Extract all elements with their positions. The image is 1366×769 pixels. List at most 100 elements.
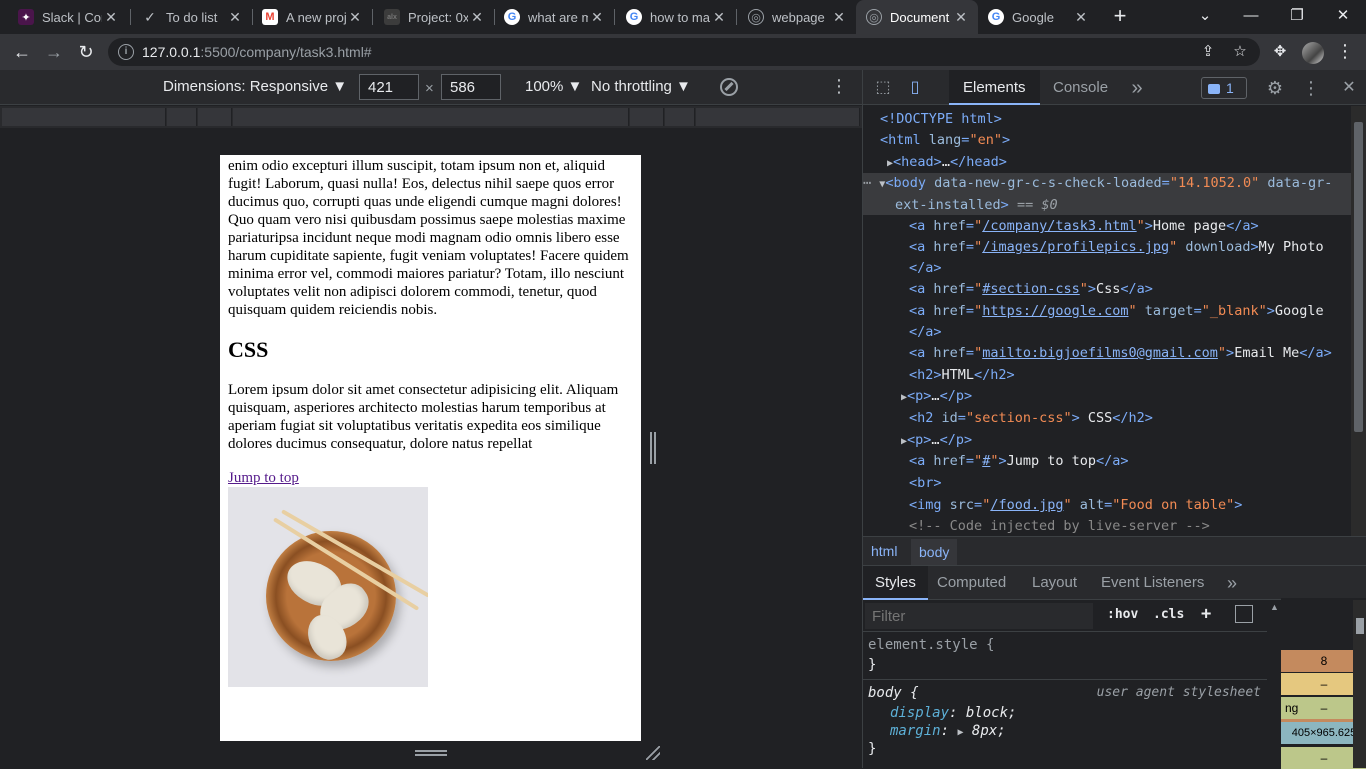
resize-handle-corner[interactable]: [646, 746, 660, 760]
dom-scrollbar[interactable]: [1351, 106, 1366, 536]
close-icon[interactable]: ✕: [952, 9, 970, 26]
dom-node[interactable]: <a href="/images/profilepics.jpg" downlo…: [909, 237, 1351, 258]
close-icon[interactable]: ✕: [588, 9, 606, 26]
close-icon[interactable]: ✕: [710, 9, 728, 26]
crumb-body[interactable]: body: [911, 539, 958, 565]
tab-computed[interactable]: Computed: [925, 566, 1018, 600]
dom-node[interactable]: ▶<head>…</head>: [887, 152, 1351, 173]
url-text[interactable]: 127.0.0.1:5500/company/task3.html#: [142, 44, 372, 60]
media-query-segment[interactable]: [665, 108, 695, 126]
forward-icon[interactable]: →: [40, 38, 68, 66]
dom-node[interactable]: <a href="https://google.com" target="_bl…: [909, 301, 1351, 322]
media-query-segment[interactable]: [2, 108, 166, 126]
close-window-button[interactable]: ✕: [1320, 0, 1366, 34]
info-icon[interactable]: i: [118, 44, 134, 60]
devtools-menu-icon[interactable]: ⋮: [1301, 78, 1321, 98]
close-icon[interactable]: ✕: [1072, 9, 1090, 26]
close-devtools-icon[interactable]: ✕: [1339, 78, 1359, 98]
close-icon[interactable]: ✕: [468, 9, 486, 26]
avatar[interactable]: [1302, 42, 1324, 64]
element-style-rule[interactable]: element.style {: [868, 637, 994, 653]
tab-slack[interactable]: ✦ Slack | Con ✕: [8, 0, 128, 34]
jump-to-top-link[interactable]: Jump to top: [228, 470, 299, 486]
dom-node[interactable]: <a href="#">Jump to top</a>: [909, 451, 1351, 472]
dom-node[interactable]: <!-- Code injected by live-server -->: [909, 516, 1351, 536]
more-style-tabs-icon[interactable]: »: [1215, 566, 1249, 600]
restore-button[interactable]: ❐: [1274, 0, 1320, 34]
media-query-segment[interactable]: [696, 108, 860, 126]
tab-project[interactable]: alx Project: 0x ✕: [374, 0, 494, 34]
back-icon[interactable]: ←: [8, 38, 36, 66]
dom-node-body-selected[interactable]: ⋯ ▼<body data-new-gr-c-s-check-loaded="1…: [863, 173, 1351, 215]
dom-node[interactable]: <h2>HTML</h2>: [909, 365, 1351, 386]
tab-layout[interactable]: Layout: [1020, 566, 1089, 600]
dom-node[interactable]: ▶<p>…</p>: [901, 430, 1351, 451]
media-query-segment[interactable]: [630, 108, 664, 126]
dimensions-dropdown[interactable]: Dimensions: Responsive ▼: [163, 78, 347, 95]
dom-node[interactable]: </a>: [909, 258, 1351, 279]
dom-tree[interactable]: <!DOCTYPE html> <html lang="en"> ▶<head>…: [863, 106, 1351, 536]
dom-node[interactable]: ▶<p>…</p>: [901, 386, 1351, 407]
issues-counter[interactable]: 1: [1201, 77, 1247, 99]
body-selector[interactable]: body {: [868, 685, 919, 701]
resize-handle-bottom[interactable]: [415, 750, 447, 756]
device-toolbar-icon[interactable]: ▯: [905, 78, 925, 98]
tab-elements[interactable]: Elements: [949, 70, 1040, 105]
new-rule-icon[interactable]: +: [1201, 604, 1211, 624]
property-display[interactable]: display: block;: [890, 705, 1016, 721]
settings-gear-icon[interactable]: ⚙: [1265, 78, 1285, 98]
device-menu-icon[interactable]: ⋮: [830, 76, 848, 97]
dom-node[interactable]: <html lang="en">: [880, 130, 1351, 151]
address-bar[interactable]: i 127.0.0.1:5500/company/task3.html# ⇪ ☆: [108, 38, 1260, 66]
cls-button[interactable]: .cls: [1153, 607, 1184, 622]
property-margin[interactable]: margin: ▶ 8px;: [890, 723, 1006, 739]
tab-google-search-1[interactable]: G what are m ✕: [494, 0, 614, 34]
tab-document[interactable]: ◎ Document ✕: [856, 0, 978, 34]
dom-node[interactable]: <a href="mailto:bigjoefilms0@gmail.com">…: [909, 343, 1351, 364]
filter-input[interactable]: [865, 603, 1093, 629]
dom-node[interactable]: <a href="#section-css">Css</a>: [909, 279, 1351, 300]
tab-search-icon[interactable]: ⌄: [1182, 0, 1228, 34]
tab-console[interactable]: Console: [1039, 70, 1122, 105]
dom-node[interactable]: <h2 id="section-css"> CSS</h2>: [909, 408, 1351, 429]
close-icon[interactable]: ✕: [346, 9, 364, 26]
dom-node[interactable]: <!DOCTYPE html>: [880, 109, 1351, 130]
hov-button[interactable]: :hov: [1107, 607, 1138, 622]
tab-event-listeners[interactable]: Event Listeners: [1089, 566, 1216, 600]
media-query-segment[interactable]: [167, 108, 197, 126]
more-tabs-icon[interactable]: »: [1127, 78, 1147, 98]
zoom-dropdown[interactable]: 100% ▼: [525, 78, 582, 95]
tab-styles[interactable]: Styles: [863, 566, 928, 600]
close-icon[interactable]: ✕: [830, 9, 848, 26]
sidebar-toggle-icon[interactable]: [1235, 605, 1253, 623]
tab-todo[interactable]: ✓ To do list ✕: [132, 0, 252, 34]
media-query-segment[interactable]: [233, 108, 629, 126]
dom-node[interactable]: <img src="/food.jpg" alt="Food on table"…: [909, 495, 1351, 516]
close-icon[interactable]: ✕: [102, 9, 120, 26]
throttling-dropdown[interactable]: No throttling ▼: [591, 78, 691, 95]
rotate-icon[interactable]: [720, 78, 738, 96]
styles-scrollbar[interactable]: ▲: [1267, 600, 1279, 768]
width-input[interactable]: [359, 74, 419, 100]
dom-node[interactable]: <br>: [909, 473, 1351, 494]
media-query-segment[interactable]: [198, 108, 232, 126]
share-icon[interactable]: ⇪: [1198, 42, 1218, 62]
tab-gmail[interactable]: M A new proj ✕: [252, 0, 372, 34]
new-tab-button[interactable]: +: [1108, 4, 1132, 30]
crumb-html[interactable]: html: [867, 543, 901, 559]
height-input[interactable]: [441, 74, 501, 100]
close-icon[interactable]: ✕: [226, 9, 244, 26]
tab-webpage[interactable]: ◎ webpage ✕: [738, 0, 856, 34]
tab-google[interactable]: G Google ✕: [978, 0, 1098, 34]
inspect-element-icon[interactable]: ⬚: [873, 78, 893, 98]
resize-handle-right[interactable]: [650, 432, 656, 464]
reload-icon[interactable]: ↻: [72, 38, 100, 66]
browser-menu-icon[interactable]: ⋮: [1336, 40, 1354, 64]
box-model-scrollbar[interactable]: [1353, 600, 1366, 768]
extensions-icon[interactable]: ✥: [1270, 42, 1290, 62]
dom-node[interactable]: </a>: [909, 322, 1351, 343]
bookmark-star-icon[interactable]: ☆: [1230, 42, 1250, 62]
minimize-button[interactable]: —: [1228, 0, 1274, 34]
tab-google-search-2[interactable]: G how to ma ✕: [616, 0, 736, 34]
dom-node[interactable]: <a href="/company/task3.html">Home page<…: [909, 216, 1351, 237]
